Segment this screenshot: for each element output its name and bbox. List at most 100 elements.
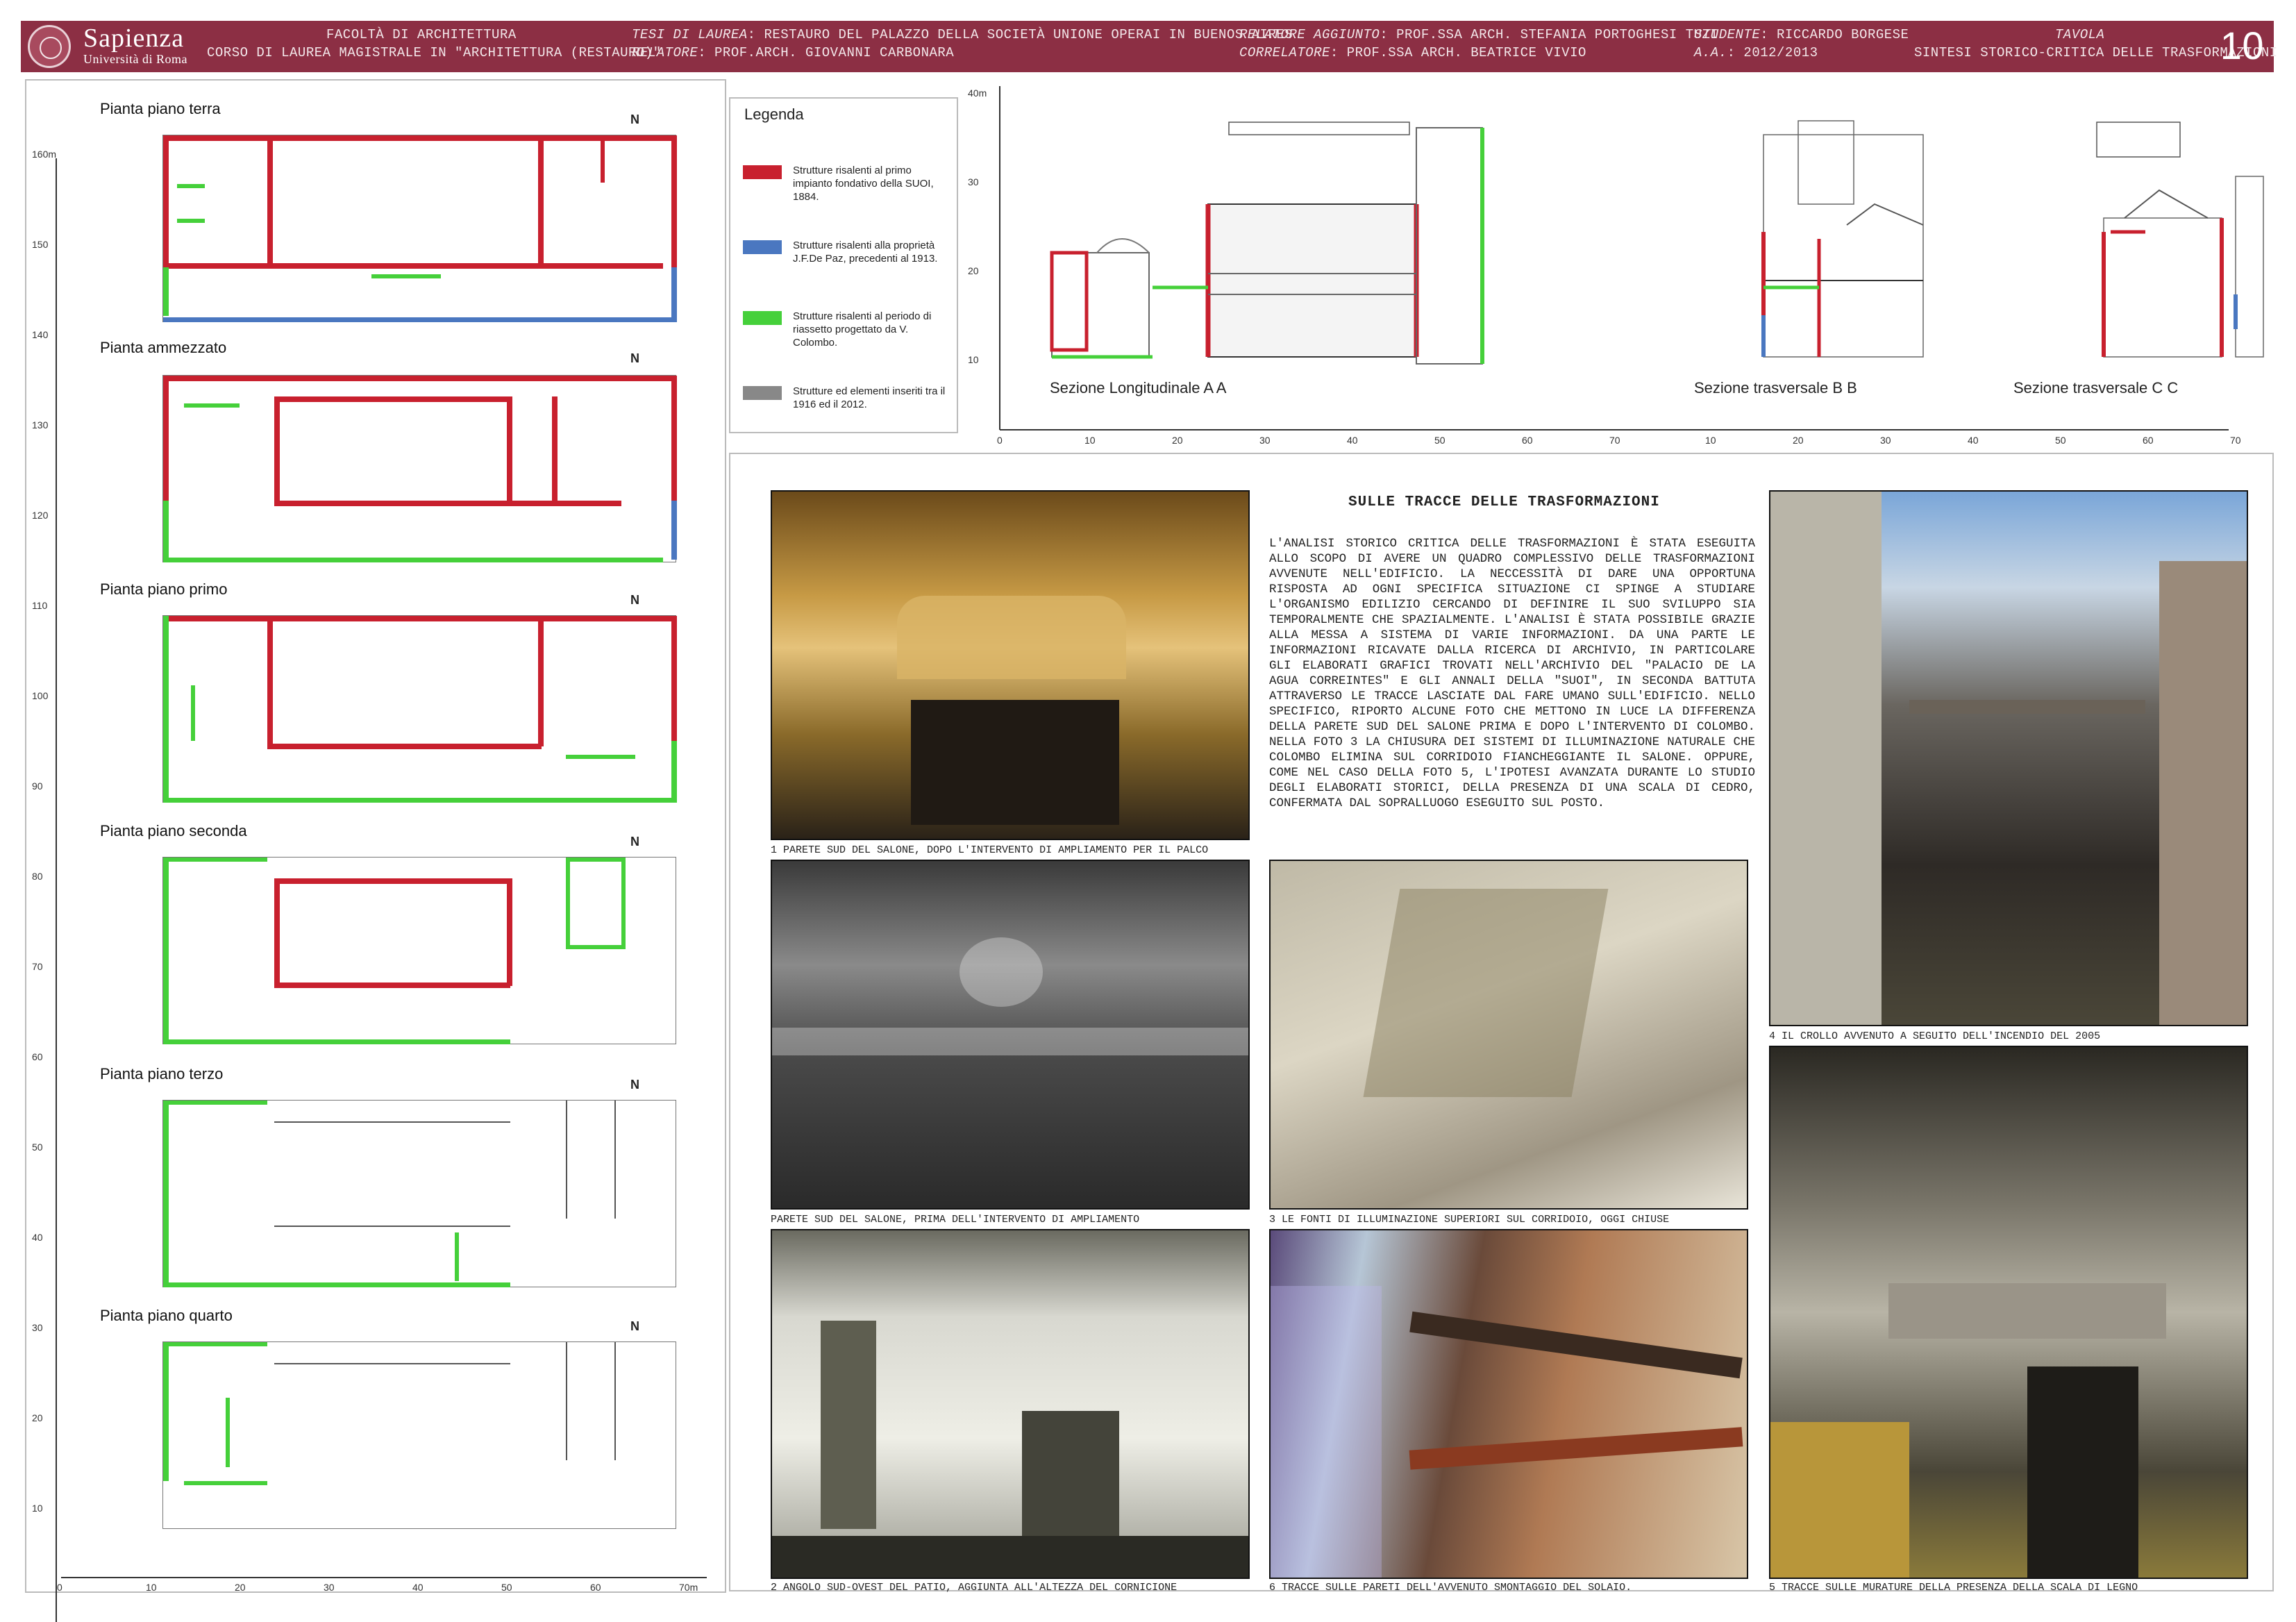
legend-title: Legenda: [744, 106, 804, 123]
legend-swatch: [743, 240, 782, 254]
scale-tick-label: 10: [968, 354, 979, 365]
plan-title: Pianta piano terzo: [100, 1065, 224, 1082]
scale-tick-label: 40: [1968, 435, 1979, 446]
plan-drawing-third: [162, 1100, 676, 1287]
plan-drawing-first: [162, 615, 677, 803]
relatore-line: RELATORE: PROF.ARCH. GIOVANNI CARBONARA: [632, 44, 954, 61]
scale-tick-label: 30: [1259, 435, 1271, 446]
photo-3: [1269, 860, 1748, 1210]
section-cc-drawing: [2096, 122, 2264, 358]
scale-tick-label: 30: [968, 176, 979, 187]
sections-panel: Sezione Longitudinale A A Sezione trasve…: [958, 79, 2270, 447]
analysis-panel: 1 PARETE SUD DEL SALONE, DOPO L'INTERVEN…: [729, 453, 2274, 1594]
plan-drawing-mezzanine: [162, 375, 677, 562]
aa-value: : 2012/2013: [1727, 45, 1818, 60]
relatore-value: : PROF.ARCH. GIOVANNI CARBONARA: [698, 45, 955, 60]
relatore-aggiunto-value: : PROF.SSA ARCH. STEFANIA PORTOGHESI TUZ…: [1380, 27, 1719, 42]
plan-drawing-second: [162, 857, 676, 1044]
vertical-scale: [56, 158, 57, 1622]
scale-tick-label: 110: [32, 600, 48, 611]
scale-tick-label: 70: [32, 961, 43, 972]
aa-label: A.A.: [1694, 45, 1727, 60]
university-logo: Sapienza Università di Roma: [83, 25, 187, 67]
title-bar: Sapienza Università di Roma FACOLTÀ DI A…: [21, 21, 2277, 72]
scale-tick-label: 20: [1172, 435, 1183, 446]
correlatore-label: CORRELATORE: [1239, 45, 1330, 60]
thesis-value: : RESTAURO DEL PALAZZO DELLA SOCIETÀ UNI…: [747, 27, 1293, 42]
scale-tick-label: 30: [324, 1582, 335, 1593]
aa-line: A.A.: 2012/2013: [1694, 44, 1818, 61]
scale-tick-label: 70: [2230, 435, 2241, 446]
plan-drawing-fourth: [162, 1341, 676, 1529]
scale-tick-label: 80: [32, 871, 43, 882]
legend-text: Strutture risalenti al primo impianto fo…: [793, 165, 934, 203]
legend-swatch: [743, 386, 782, 400]
text-body: L'ANALISI STORICO CRITICA DELLE TRASFORM…: [1269, 537, 1755, 810]
legend-text: Strutture risalenti alla proprietà J.F.D…: [793, 240, 938, 265]
legend-text: Strutture ed elementi inseriti tra il 19…: [793, 385, 946, 410]
horizontal-scale: [61, 1577, 707, 1578]
poster-page: Sapienza Università di Roma FACOLTÀ DI A…: [0, 0, 2296, 1622]
photo-5: [1769, 1046, 2248, 1579]
scale-tick-label: 50: [501, 1582, 512, 1593]
scale-tick-label: 40: [412, 1582, 424, 1593]
scale-tick-label: 160m: [32, 149, 57, 160]
relatore-label: RELATORE: [632, 45, 698, 60]
plan-title: Pianta piano terra: [100, 100, 221, 117]
legend-swatch: [743, 311, 782, 325]
legend-box: Legenda Strutture risalenti al primo imp…: [729, 97, 958, 433]
tavola-label: TAVOLA: [2055, 26, 2104, 43]
photo-caption: 3 LE FONTI DI ILLUMINAZIONE SUPERIORI SU…: [1269, 1214, 1670, 1226]
photo-caption: 1 PARETE SUD DEL SALONE, DOPO L'INTERVEN…: [771, 844, 1209, 856]
course: CORSO DI LAUREA MAGISTRALE IN "ARCHITETT…: [207, 45, 662, 60]
scale-tick-label: 20: [32, 1412, 43, 1423]
text-title: SULLE TRACCE DELLE TRASFORMAZIONI: [1348, 494, 1660, 510]
legend-text: Strutture risalenti al periodo di riasse…: [793, 310, 932, 349]
scale-tick-label: 140: [32, 329, 49, 340]
scale-tick-label: 10: [1084, 435, 1096, 446]
scale-tick-label: 150: [32, 239, 49, 250]
studente-value: : RICCARDO BORGESE: [1760, 27, 1909, 42]
scale-tick-label: 30: [1880, 435, 1891, 446]
tavola-label-text: TAVOLA: [2055, 27, 2105, 42]
scale-tick-label: 50: [1434, 435, 1446, 446]
scale-tick-label: 60: [590, 1582, 601, 1593]
relatore-aggiunto-label: RELATORE AGGIUNTO: [1239, 27, 1380, 42]
studente-label: STUDENTE: [1694, 27, 1761, 42]
plans-panel: 160m 150 140 130 120 110 100 90 80 70 60 50 40 30 20 10…: [25, 79, 726, 1622]
plan-title: Pianta piano primo: [100, 580, 228, 598]
north-arrow-icon: N: [630, 1078, 639, 1092]
plan-title: Pianta piano quarto: [100, 1307, 233, 1324]
thesis-label: TESI DI LAUREA: [632, 27, 748, 42]
university-name: Sapienza: [83, 24, 185, 53]
university-seal-icon: [28, 25, 71, 68]
plan-drawing-ground: [162, 135, 677, 322]
scale-tick-label: 130: [32, 419, 49, 430]
scale-tick-label: 0: [997, 435, 1003, 446]
faculty: FACOLTÀ DI ARCHITETTURA: [326, 27, 517, 42]
north-arrow-icon: N: [630, 835, 639, 848]
scale-tick-label: 20: [235, 1582, 246, 1593]
scale-tick-label: 100: [32, 690, 49, 701]
photo-1: [771, 490, 1250, 840]
photo-2: [771, 1229, 1250, 1579]
scale-tick-label: 40: [32, 1232, 43, 1243]
scale-tick-label: 40: [1347, 435, 1358, 446]
photo-6: [1269, 1229, 1748, 1579]
north-arrow-icon: N: [630, 1319, 639, 1333]
scale-tick-label: 60: [32, 1051, 43, 1062]
photo-caption: 4 IL CROLLO AVVENUTO A SEGUITO DELL'INCE…: [1769, 1030, 2101, 1042]
scale-tick-label: 0: [57, 1582, 62, 1593]
correlatore-value: : PROF.SSA ARCH. BEATRICE VIVIO: [1330, 45, 1586, 60]
scale-tick-label: 50: [32, 1142, 43, 1153]
section-label: Sezione Longitudinale A A: [1050, 379, 1227, 396]
relatore-aggiunto-line: RELATORE AGGIUNTO: PROF.SSA ARCH. STEFAN…: [1239, 26, 1718, 43]
correlatore-line: CORRELATORE: PROF.SSA ARCH. BEATRICE VIV…: [1239, 44, 1586, 61]
scale-tick-label: 40m: [968, 87, 987, 99]
north-arrow-icon: N: [630, 112, 639, 126]
plan-title: Pianta ammezzato: [100, 339, 227, 356]
photo-bw: [771, 860, 1250, 1210]
section-aa-drawing: [1050, 127, 1484, 365]
photo-4: [1769, 490, 2248, 1026]
scale-tick-label: 10: [1705, 435, 1716, 446]
